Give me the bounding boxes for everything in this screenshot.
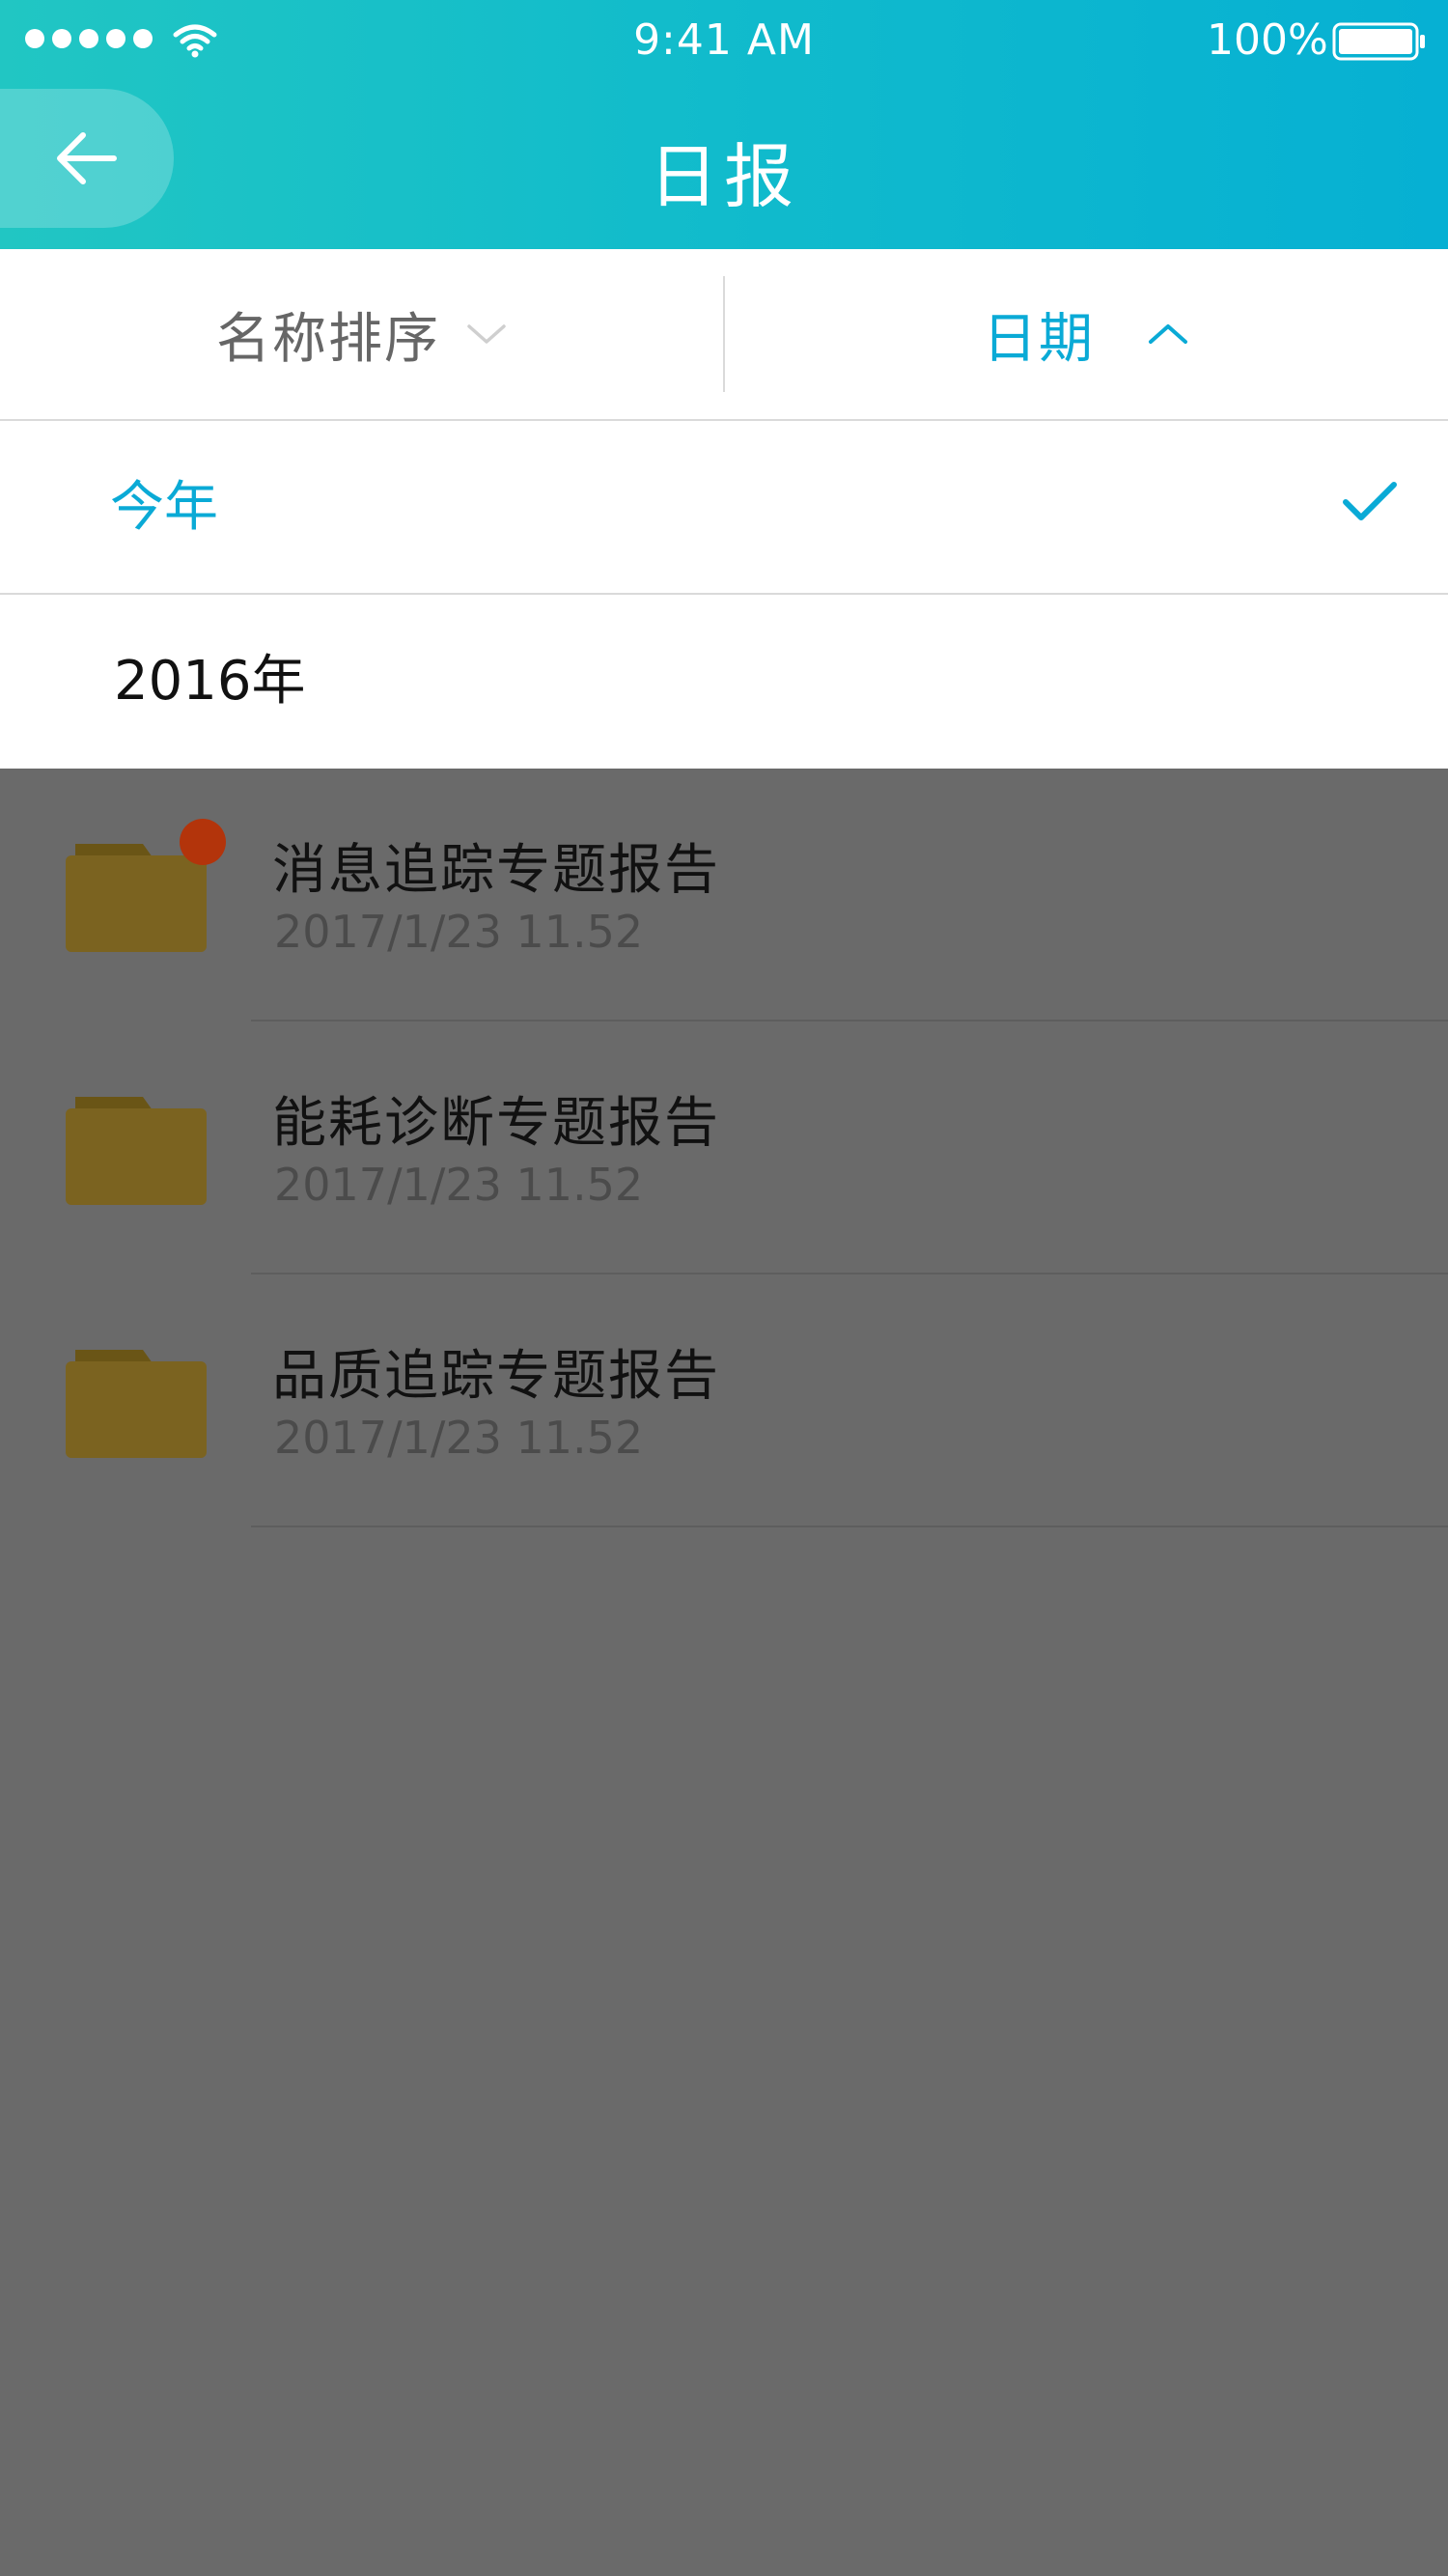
notification-badge	[180, 819, 226, 865]
dropdown-option-this-year[interactable]: 今年	[0, 421, 1448, 595]
list-item-title: 品质追踪专题报告	[272, 1345, 720, 1408]
date-dropdown: 今年 2016年	[0, 421, 1448, 769]
folder-icon	[66, 1097, 207, 1205]
option-label: 今年	[110, 476, 218, 539]
page-title: 日报	[648, 136, 799, 217]
battery-percentage: 100%	[1207, 15, 1328, 65]
list-item-date: 2017/1/23 11.52	[274, 1412, 644, 1464]
date-filter-label: 日期	[983, 307, 1095, 371]
list-item-title: 能耗诊断专题报告	[272, 1092, 720, 1155]
list-item[interactable]: 消息追踪专题报告 2017/1/23 11.52	[0, 769, 1448, 1022]
sort-by-name-tab[interactable]: 名称排序	[0, 249, 724, 419]
chevron-up-icon	[1149, 324, 1187, 344]
option-label: 2016年	[114, 650, 306, 713]
list-item-date: 2017/1/23 11.52	[274, 906, 644, 958]
date-filter-tab[interactable]: 日期	[724, 249, 1448, 419]
list-divider	[251, 1526, 1448, 1527]
chevron-down-icon	[467, 324, 506, 344]
list-item[interactable]: 能耗诊断专题报告 2017/1/23 11.52	[0, 1022, 1448, 1274]
battery-icon	[1332, 22, 1425, 61]
app-header: 9:41 AM 100% 日报	[0, 0, 1448, 249]
sort-by-name-label: 名称排序	[216, 307, 440, 371]
folder-icon	[66, 1350, 207, 1458]
filter-bar: 名称排序 日期	[0, 249, 1448, 421]
dropdown-option-2016[interactable]: 2016年	[0, 595, 1448, 769]
list-item-title: 消息追踪专题报告	[272, 839, 720, 902]
list-item[interactable]: 品质追踪专题报告 2017/1/23 11.52	[0, 1274, 1448, 1527]
list-item-date: 2017/1/23 11.52	[274, 1159, 644, 1211]
status-bar: 9:41 AM 100%	[0, 0, 1448, 87]
checkmark-icon	[1343, 482, 1397, 520]
report-list: 消息追踪专题报告 2017/1/23 11.52 能耗诊断专题报告 2017/1…	[0, 769, 1448, 1527]
